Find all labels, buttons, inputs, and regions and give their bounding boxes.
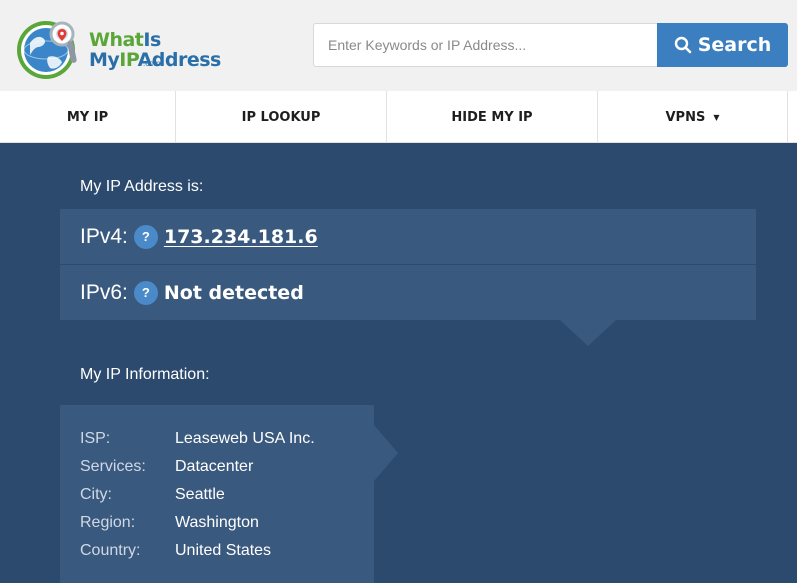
- logo-ip: IP: [119, 49, 138, 71]
- search-icon: [674, 36, 692, 54]
- logo-is: Is: [143, 29, 161, 51]
- info-value: Datacenter: [175, 458, 254, 475]
- nav-item-label: VPNS: [665, 109, 706, 125]
- logo-my: My: [89, 49, 120, 71]
- main-nav: MY IP IP LOOKUP HIDE MY IP VPNS ▼: [0, 91, 797, 143]
- globe-magnifier-icon: [17, 21, 77, 79]
- info-section-title: My IP Information:: [80, 366, 210, 383]
- info-row-city: City: Seattle: [80, 481, 374, 509]
- callout-arrow-down: [560, 320, 616, 346]
- ipv4-label: IPv4:: [80, 224, 128, 248]
- info-row-isp: ISP: Leaseweb USA Inc.: [80, 425, 374, 453]
- info-key: Region:: [80, 514, 136, 531]
- info-row-region: Region: Washington: [80, 509, 374, 537]
- ipv4-row: IPv4: ? 173.234.181.6: [60, 209, 756, 264]
- nav-item-hide-my-ip[interactable]: HIDE MY IP: [387, 91, 598, 143]
- logo-domain-suffix: .com: [143, 59, 161, 68]
- info-value: Leaseweb USA Inc.: [175, 430, 315, 447]
- search-input[interactable]: [313, 23, 657, 67]
- ipv6-row: IPv6: ? Not detected: [60, 265, 756, 320]
- ip-info-panel: ISP: Leaseweb USA Inc. Services: Datacen…: [60, 405, 374, 583]
- info-row-country: Country: United States: [80, 537, 374, 565]
- nav-item-label: HIDE MY IP: [451, 109, 533, 125]
- info-key: Services:: [80, 458, 146, 475]
- nav-item-label: MY IP: [66, 109, 109, 125]
- nav-item-label: IP LOOKUP: [241, 109, 321, 125]
- info-value: Seattle: [175, 486, 225, 503]
- nav-item-vpns[interactable]: VPNS ▼: [598, 91, 788, 143]
- ipv4-help-icon[interactable]: ?: [133, 224, 158, 249]
- ip-section-title: My IP Address is:: [80, 178, 204, 195]
- info-row-services: Services: Datacenter: [80, 453, 374, 481]
- chevron-down-icon: ▼: [713, 112, 720, 122]
- ipv6-label: IPv6:: [80, 280, 128, 304]
- nav-item-ip-lookup[interactable]: IP LOOKUP: [176, 91, 387, 143]
- search-button-label: Search: [697, 34, 772, 56]
- callout-arrow-right: [374, 425, 398, 481]
- info-key: Country:: [80, 542, 141, 559]
- info-value: Washington: [175, 514, 259, 531]
- ipv6-value: Not detected: [163, 281, 304, 304]
- search-button[interactable]: Search: [657, 23, 788, 67]
- site-logo[interactable]: WhatIs MyIPAddress .com: [16, 17, 226, 85]
- site-header: WhatIs MyIPAddress .com Search: [0, 0, 797, 91]
- info-value: United States: [175, 542, 272, 559]
- ipv4-address-link[interactable]: 173.234.181.6: [164, 226, 318, 248]
- logo-what: What: [89, 29, 144, 51]
- info-key: City:: [80, 486, 112, 503]
- ipv6-help-icon[interactable]: ?: [133, 280, 158, 305]
- nav-item-my-ip[interactable]: MY IP: [0, 91, 176, 143]
- info-key: ISP:: [80, 430, 111, 447]
